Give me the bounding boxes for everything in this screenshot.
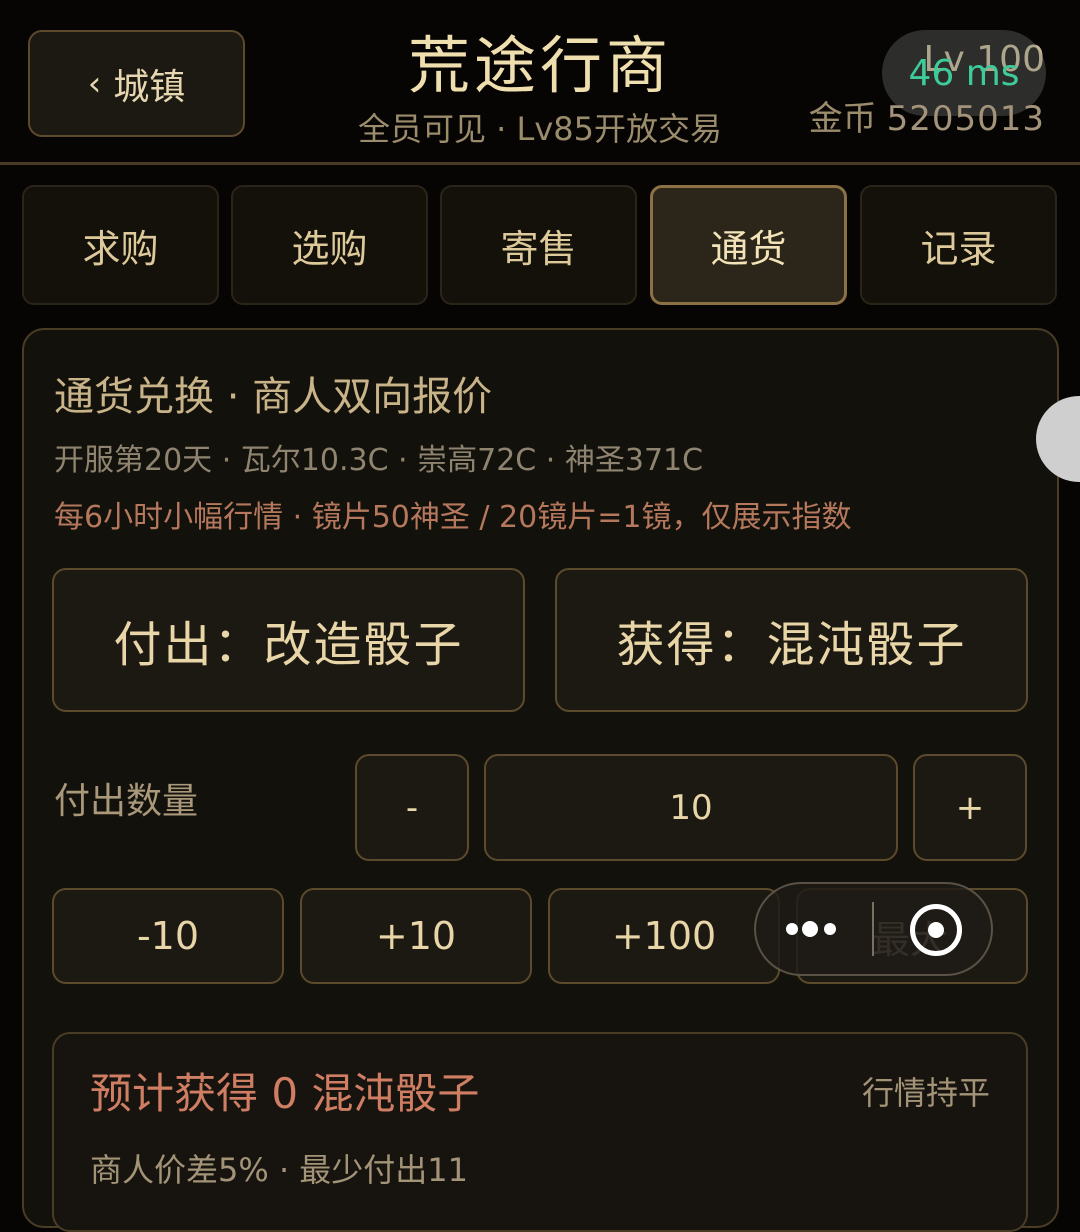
back-button[interactable]: ‹ 城镇	[28, 30, 245, 137]
pay-currency-button[interactable]: 付出：改造骰子	[52, 568, 525, 712]
coin-label: 金币	[808, 99, 877, 139]
latency-readout: 46 ms	[908, 53, 1020, 94]
capsule-divider	[872, 902, 874, 956]
tab-consign[interactable]: 寄售	[440, 185, 637, 305]
chevron-left-icon: ‹	[87, 63, 102, 104]
tab-records[interactable]: 记录	[860, 185, 1057, 305]
market-note: 每6小时小幅行情 · 镜片50神圣 / 20镜片=1镜，仅展示指数	[54, 500, 852, 535]
coin-value: 5205013	[886, 99, 1045, 139]
quick-minus-10-button[interactable]: -10	[52, 888, 284, 984]
estimated-result: 预计获得 0 混沌骰子	[90, 1069, 480, 1118]
get-currency-button[interactable]: 获得：混沌骰子	[555, 568, 1028, 712]
header-divider	[0, 162, 1080, 165]
page-title: 荒途行商	[407, 29, 672, 102]
target-close-icon-core	[928, 922, 944, 938]
tab-browse[interactable]: 选购	[231, 185, 428, 305]
page-subtitle: 全员可见 · Lv85开放交易	[357, 110, 722, 148]
market-info: 开服第20天 · 瓦尔10.3C · 崇高72C · 神圣371C	[54, 443, 704, 478]
quantity-label: 付出数量	[54, 781, 199, 822]
tab-buy-request[interactable]: 求购	[22, 185, 219, 305]
quantity-field[interactable]: 10	[484, 754, 898, 861]
market-status: 行情持平	[861, 1074, 990, 1112]
more-dots-icon[interactable]	[782, 914, 842, 944]
decrement-button[interactable]: -	[355, 754, 469, 861]
back-label: 城镇	[113, 66, 186, 108]
result-card	[52, 1032, 1028, 1232]
quick-plus-10-button[interactable]: +10	[300, 888, 532, 984]
panel-title: 通货兑换 · 商人双向报价	[54, 374, 493, 420]
tab-currency[interactable]: 通货	[650, 185, 847, 305]
quick-plus-100-button[interactable]: +100	[548, 888, 780, 984]
result-detail: 商人价差5% · 最少付出11	[90, 1151, 469, 1189]
increment-button[interactable]: +	[913, 754, 1027, 861]
coin-balance: 金币 5205013	[800, 98, 1045, 140]
